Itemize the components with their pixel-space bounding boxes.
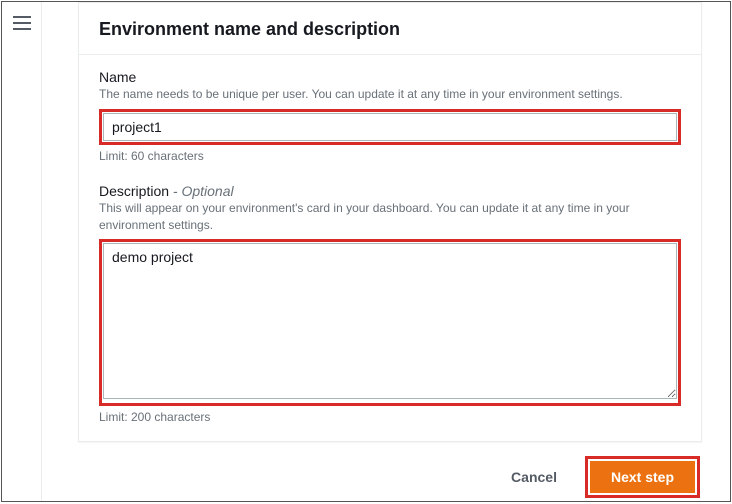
description-label-text: Description [99,183,169,199]
sidebar [2,2,42,501]
name-field: Name The name needs to be unique per use… [99,69,681,163]
main-panel: Environment name and description Name Th… [42,2,730,501]
description-helper: This will appear on your environment's c… [99,200,681,234]
card-body: Name The name needs to be unique per use… [79,55,701,464]
cancel-button[interactable]: Cancel [501,461,567,493]
description-input[interactable] [103,243,677,399]
description-label: Description - Optional [99,183,681,199]
menu-icon[interactable] [13,16,31,30]
name-input-highlight [99,109,681,145]
card-title: Environment name and description [79,3,701,55]
next-step-button[interactable]: Next step [590,461,695,493]
next-button-highlight: Next step [585,456,700,498]
form-card: Environment name and description Name Th… [78,2,702,442]
name-helper: The name needs to be unique per user. Yo… [99,86,681,103]
name-input[interactable] [103,113,677,141]
description-field: Description - Optional This will appear … [99,183,681,425]
description-optional: - Optional [169,183,234,199]
footer: Cancel Next step [78,456,702,498]
description-limit: Limit: 200 characters [99,410,681,424]
name-label: Name [99,69,681,85]
name-limit: Limit: 60 characters [99,149,681,163]
description-input-highlight [99,239,681,406]
